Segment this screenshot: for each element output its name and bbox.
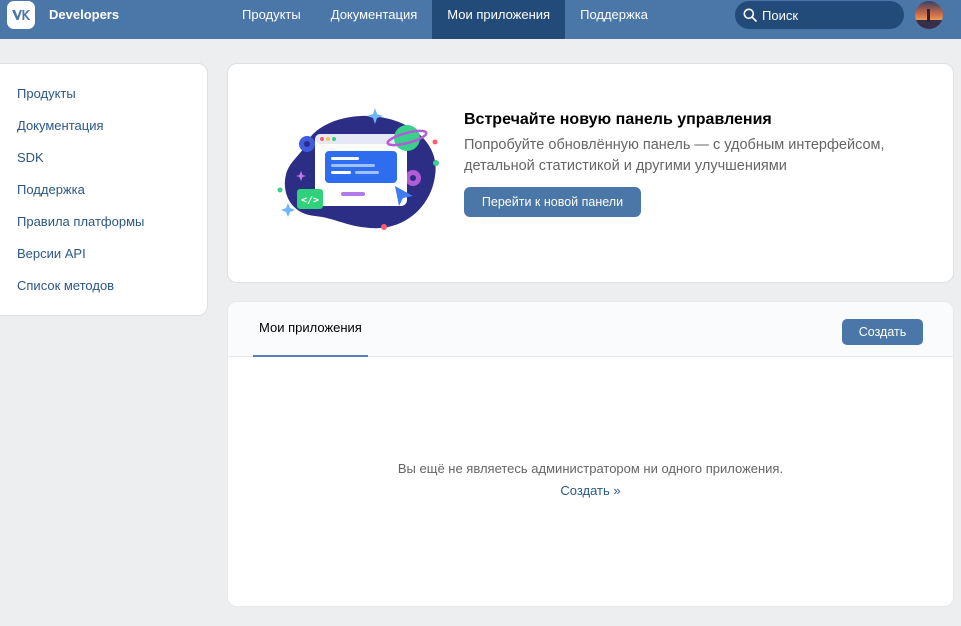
sidebar: Продукты Документация SDK Поддержка Прав…	[0, 63, 208, 316]
avatar[interactable]	[915, 1, 943, 29]
sidebar-item-products[interactable]: Продукты	[0, 85, 207, 117]
top-header: Developers Продукты Документация Мои при…	[0, 0, 961, 39]
sidebar-item-sdk[interactable]: SDK	[0, 149, 207, 181]
search-icon	[743, 8, 757, 22]
sidebar-item-support[interactable]: Поддержка	[0, 181, 207, 213]
sidebar-item-platform-rules[interactable]: Правила платформы	[0, 213, 207, 245]
vk-logo-icon[interactable]	[7, 1, 35, 29]
promo-description: Попробуйте обновлённую панель — с удобны…	[464, 137, 885, 174]
brand-title[interactable]: Developers	[49, 6, 119, 24]
my-apps-card: Мои приложения Создать Вы ещё не являете…	[227, 301, 954, 607]
nav-item-support[interactable]: Поддержка	[565, 0, 663, 39]
sidebar-item-api-versions[interactable]: Версии API	[0, 245, 207, 277]
create-app-button[interactable]: Создать	[842, 319, 923, 345]
new-panel-promo-card: </> Встречайте новую панель управления П…	[227, 63, 954, 283]
create-app-link[interactable]: Создать »	[560, 483, 620, 498]
nav-item-products[interactable]: Продукты	[227, 0, 316, 39]
empty-state: Вы ещё не являетесь администратором ни о…	[228, 458, 953, 502]
svg-text:</>: </>	[301, 195, 319, 206]
empty-state-text: Вы ещё не являетесь администратором ни о…	[397, 461, 784, 476]
sidebar-item-methods-list[interactable]: Список методов	[0, 277, 207, 309]
search-input[interactable]	[762, 7, 892, 23]
promo-title: Встречайте новую панель управления	[464, 111, 772, 128]
tab-my-apps[interactable]: Мои приложения	[253, 302, 368, 357]
nav-item-my-apps[interactable]: Мои приложения	[432, 0, 566, 39]
top-nav: Продукты Документация Мои приложения Под…	[227, 0, 663, 39]
go-to-new-panel-button[interactable]: Перейти к новой панели	[464, 187, 641, 217]
sidebar-item-docs[interactable]: Документация	[0, 117, 207, 149]
dashboard-illustration: </>	[277, 108, 439, 230]
apps-tabs-header: Мои приложения Создать	[228, 302, 953, 357]
nav-item-docs[interactable]: Документация	[316, 0, 433, 39]
search-box	[735, 1, 904, 29]
